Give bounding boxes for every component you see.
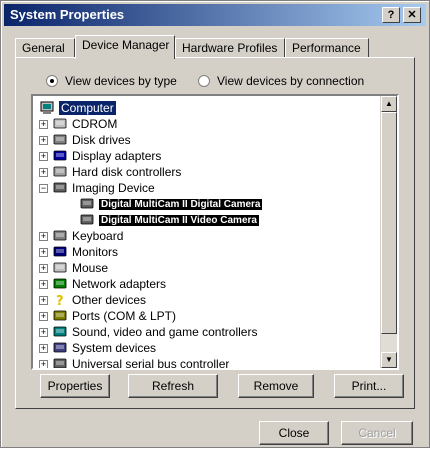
tree-root-label: Computer — [59, 101, 116, 115]
print-button[interactable]: Print... — [334, 374, 404, 398]
device-category[interactable]: + Ports (COM & LPT) — [39, 308, 176, 324]
collapse-icon[interactable]: − — [39, 183, 48, 193]
system-device-icon — [52, 341, 68, 355]
system-properties-window: System Properties ? ✕ General Device Man… — [0, 0, 430, 448]
remove-button[interactable]: Remove — [238, 374, 314, 398]
device-category[interactable]: + Disk drives — [39, 132, 131, 148]
tab-hardware-profiles[interactable]: Hardware Profiles — [175, 38, 285, 58]
expand-icon[interactable]: + — [39, 311, 48, 321]
view-by-type-label: View devices by type — [65, 74, 177, 88]
device-label: Keyboard — [72, 229, 124, 243]
view-by-type-option[interactable]: View devices by type — [46, 74, 177, 88]
device-label: Display adapters — [72, 149, 162, 163]
tab-general[interactable]: General — [15, 38, 75, 58]
device-label: Digital MultiCam II Video Camera — [99, 214, 259, 226]
camera-icon — [79, 197, 95, 211]
device-tree[interactable]: Computer + CDROM + Disk drives + Display adap… — [31, 94, 399, 370]
expand-icon[interactable]: + — [39, 231, 48, 241]
camera-icon — [52, 181, 68, 195]
device-category[interactable]: +? Other devices — [39, 292, 147, 309]
device-label: Imaging Device — [72, 181, 155, 195]
expand-icon[interactable]: + — [39, 295, 48, 305]
computer-icon — [39, 101, 55, 115]
properties-button[interactable]: Properties — [40, 374, 110, 398]
port-icon — [52, 309, 68, 323]
expand-icon[interactable]: + — [39, 343, 48, 353]
device-label: Ports (COM & LPT) — [72, 309, 177, 323]
radio-selected-icon[interactable] — [46, 75, 58, 87]
device-label: CDROM — [72, 117, 118, 131]
keyboard-icon — [52, 229, 68, 243]
device-label: System devices — [72, 341, 157, 355]
expand-icon[interactable]: + — [39, 359, 48, 368]
expand-icon[interactable]: + — [39, 247, 48, 257]
tab-performance[interactable]: Performance — [285, 38, 369, 58]
device-label: Other devices — [72, 293, 147, 307]
device-label: Digital MultiCam II Digital Camera — [99, 198, 263, 210]
view-by-connection-option[interactable]: View devices by connection — [198, 74, 364, 88]
device-label: Hard disk controllers — [72, 165, 182, 179]
scroll-down-button[interactable]: ▼ — [381, 352, 397, 368]
device-label: Network adapters — [72, 277, 167, 291]
device-category[interactable]: − Imaging Device — [39, 180, 155, 196]
scroll-thumb[interactable] — [381, 112, 397, 334]
expand-icon[interactable]: + — [39, 327, 48, 337]
device-list: Computer + CDROM + Disk drives + Display adap… — [35, 98, 379, 368]
device-category[interactable]: + Hard disk controllers — [39, 164, 181, 180]
device-category[interactable]: + System devices — [39, 340, 156, 356]
device-label: Mouse — [72, 261, 109, 275]
device-category[interactable]: + Keyboard — [39, 228, 123, 244]
question-mark-icon: ? — [52, 293, 68, 309]
expand-icon[interactable]: + — [39, 279, 48, 289]
tree-root-computer[interactable]: Computer — [39, 100, 116, 116]
device-category[interactable]: + CDROM — [39, 116, 117, 132]
disk-drive-icon — [52, 133, 68, 147]
sound-icon — [52, 325, 68, 339]
mouse-icon — [52, 261, 68, 275]
title-bar[interactable]: System Properties ? ✕ — [4, 4, 426, 26]
cdrom-icon — [52, 117, 68, 131]
view-by-connection-label: View devices by connection — [217, 74, 365, 88]
expand-icon[interactable]: + — [39, 167, 48, 177]
hard-disk-controller-icon — [52, 165, 68, 179]
device-category[interactable]: + Network adapters — [39, 276, 166, 292]
svg-text:?: ? — [56, 294, 64, 307]
device-entry[interactable]: Digital MultiCam II Digital Camera — [79, 196, 263, 212]
device-category[interactable]: + Display adapters — [39, 148, 161, 164]
vertical-scrollbar[interactable]: ▲ ▼ — [380, 96, 397, 368]
close-button[interactable]: Close — [259, 421, 329, 445]
tab-device-manager[interactable]: Device Manager — [75, 35, 175, 59]
device-label: Sound, video and game controllers — [72, 325, 258, 339]
display-adapter-icon — [52, 149, 68, 163]
device-category[interactable]: + Sound, video and game controllers — [39, 324, 257, 340]
cancel-button[interactable]: Cancel — [341, 421, 413, 445]
device-label: Universal serial bus controller — [72, 357, 230, 368]
expand-icon[interactable]: + — [39, 263, 48, 273]
network-adapter-icon — [52, 277, 68, 291]
refresh-button[interactable]: Refresh — [128, 374, 218, 398]
device-manager-panel: View devices by type View devices by con… — [15, 57, 415, 409]
device-category[interactable]: + Universal serial bus controller — [39, 356, 229, 368]
monitor-icon — [52, 245, 68, 259]
camera-icon — [79, 213, 95, 227]
expand-icon[interactable]: + — [39, 119, 48, 129]
help-button[interactable]: ? — [382, 7, 400, 23]
usb-icon — [52, 357, 68, 368]
device-entry[interactable]: Digital MultiCam II Video Camera — [79, 212, 259, 228]
close-window-button[interactable]: ✕ — [403, 7, 421, 23]
scroll-up-button[interactable]: ▲ — [381, 96, 397, 112]
window-title: System Properties — [10, 7, 125, 22]
expand-icon[interactable]: + — [39, 151, 48, 161]
radio-unselected-icon[interactable] — [198, 75, 210, 87]
device-category[interactable]: + Mouse — [39, 260, 108, 276]
device-label: Disk drives — [72, 133, 131, 147]
device-category[interactable]: + Monitors — [39, 244, 118, 260]
device-label: Monitors — [72, 245, 119, 259]
expand-icon[interactable]: + — [39, 135, 48, 145]
